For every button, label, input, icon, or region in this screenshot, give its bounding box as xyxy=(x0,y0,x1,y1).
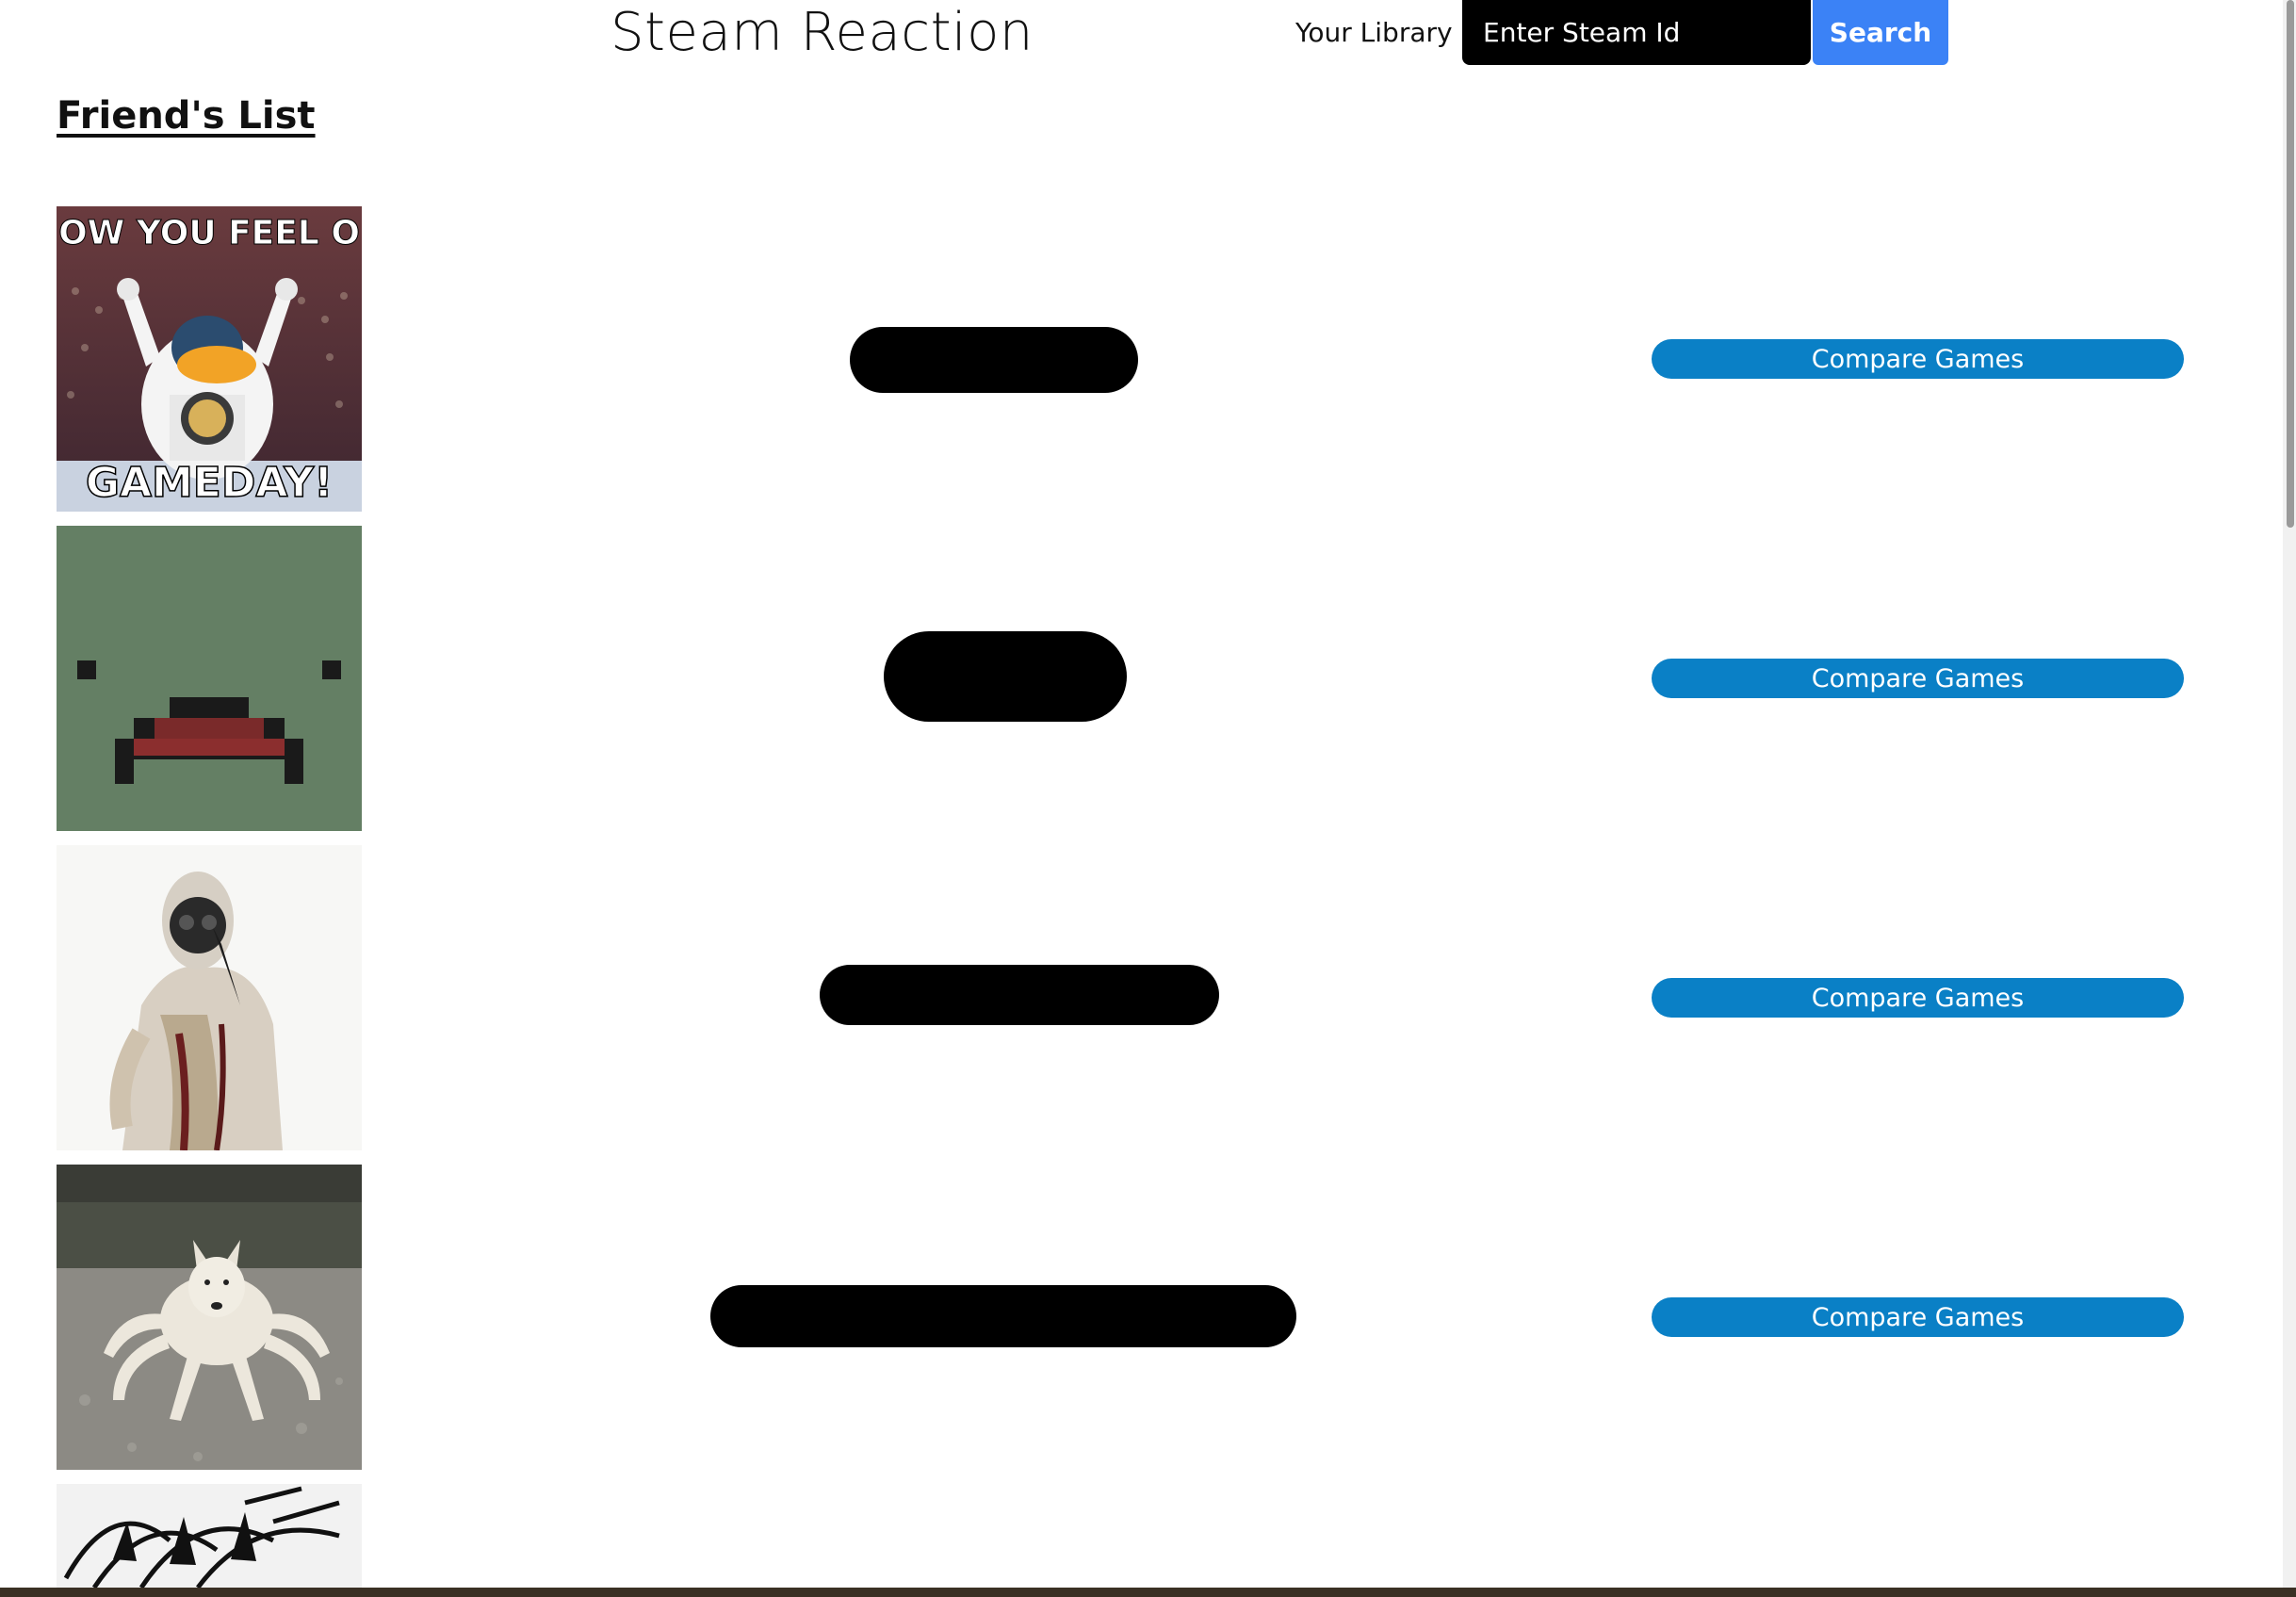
friend-name-redacted xyxy=(820,965,1219,1025)
scrollbar-thumb[interactable] xyxy=(2287,0,2294,528)
meme-bottom-text: GAMEDAY! xyxy=(86,459,333,507)
compare-games-button[interactable]: Compare Games xyxy=(1652,339,2184,379)
friend-row: Compare Games xyxy=(0,1165,2296,1470)
friend-avatar[interactable] xyxy=(57,1165,362,1470)
friend-avatar[interactable] xyxy=(57,526,362,831)
pixel-face-avatar-image xyxy=(57,526,362,831)
friend-row: HOW YOU FEEL ON GAMEDAY! Compare Games xyxy=(0,206,2296,512)
friend-avatar[interactable] xyxy=(57,845,362,1150)
friend-row: Compare Games xyxy=(0,526,2296,831)
friend-name-redacted xyxy=(884,631,1127,722)
vertical-scrollbar[interactable] xyxy=(2283,0,2296,1597)
compare-games-button[interactable]: Compare Games xyxy=(1652,978,2184,1018)
site-title: Steam Reaction xyxy=(611,2,1034,63)
spider-dog-avatar-image xyxy=(57,1165,362,1470)
manga-drawing-avatar-image xyxy=(57,1484,362,1588)
friend-avatar[interactable] xyxy=(57,1484,362,1588)
friend-name-redacted xyxy=(710,1285,1296,1347)
friend-avatar[interactable]: HOW YOU FEEL ON GAMEDAY! xyxy=(57,206,362,512)
compare-games-button[interactable]: Compare Games xyxy=(1652,1297,2184,1337)
search-button[interactable]: Search xyxy=(1813,0,1948,65)
window-bottom-edge xyxy=(0,1588,2296,1597)
friend-row: Compare Games xyxy=(0,845,2296,1150)
compare-games-button[interactable]: Compare Games xyxy=(1652,659,2184,698)
hockey-mascot-avatar-image: HOW YOU FEEL ON GAMEDAY! xyxy=(57,206,362,512)
steam-id-input[interactable] xyxy=(1462,0,1811,65)
friend-name-redacted xyxy=(850,327,1138,393)
friend-row xyxy=(0,1484,2296,1588)
page: Steam Reaction Your Library Search Frien… xyxy=(0,0,2296,1597)
meme-top-text: HOW YOU FEEL ON xyxy=(57,214,362,253)
plague-doctor-creature-avatar-image xyxy=(57,845,362,1150)
friends-list-heading: Friend's List xyxy=(57,94,316,138)
your-library-link[interactable]: Your Library xyxy=(1295,17,1453,48)
